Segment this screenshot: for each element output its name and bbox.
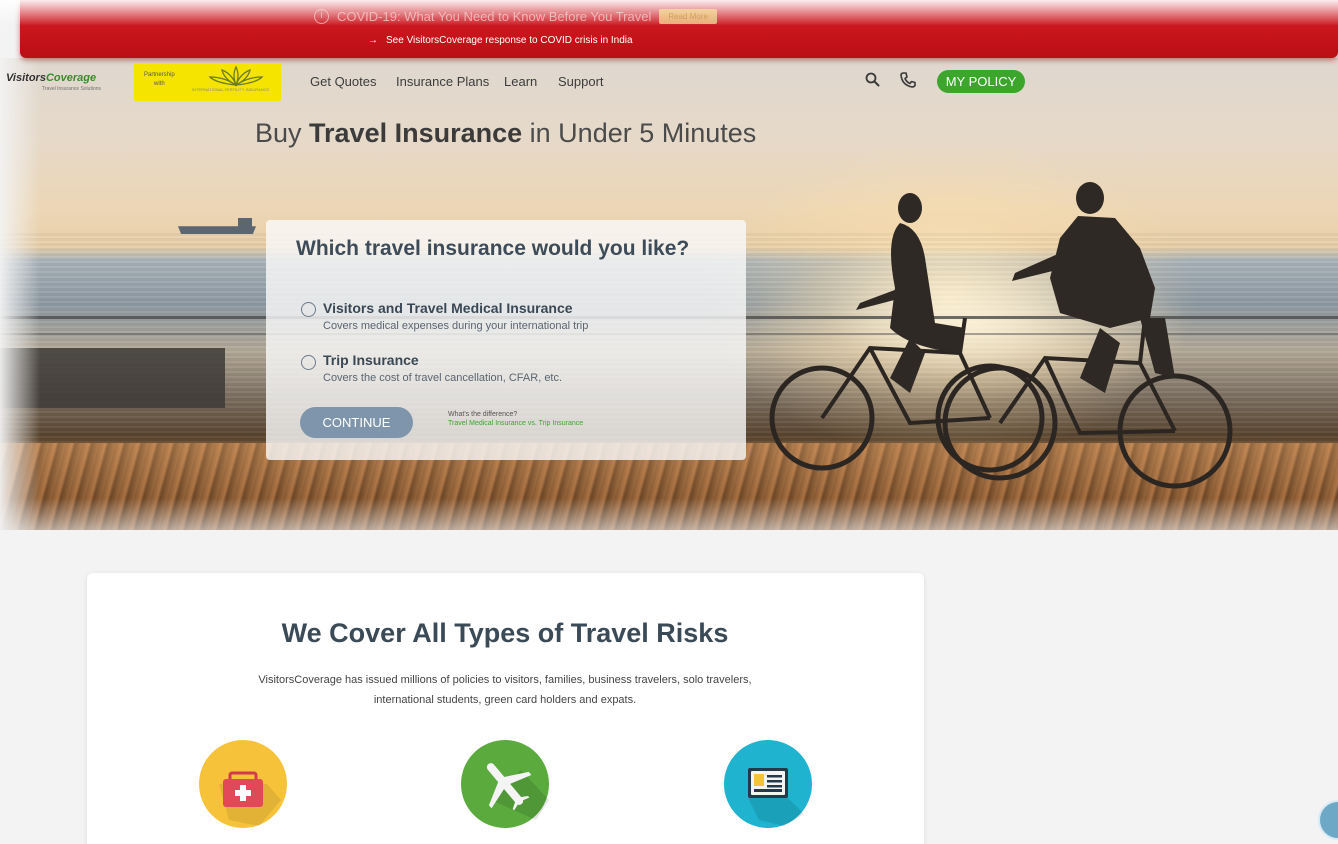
covid-headline[interactable]: COVID-19: What You Need to Know Before Y… (337, 9, 651, 24)
difference-question: What's the difference? (448, 411, 518, 418)
option-travel-medical-desc: Covers medical expenses during your inte… (323, 320, 589, 332)
risks-title: We Cover All Types of Travel Risks (281, 618, 729, 648)
hero-title: Buy Travel Insurance in Under 5 Minutes (255, 118, 756, 149)
cyclists-silhouette (769, 182, 1233, 489)
id-card-icon (724, 740, 812, 828)
logo-brand-post: Coverage (45, 72, 97, 84)
india-response-text: See VisitorsCoverage response to COVID c… (386, 35, 633, 46)
radio-travel-medical[interactable] (301, 302, 316, 317)
hero-title-post: in Under 5 Minutes (522, 118, 757, 148)
airplane-icon (461, 740, 549, 828)
india-response-link[interactable]: → See VisitorsCoverage response to COVID… (368, 35, 633, 46)
partner-text-line2: with (154, 81, 165, 87)
arrow-right-icon: → (368, 35, 378, 46)
difference-link[interactable]: Travel Medical Insurance vs. Trip Insura… (448, 420, 583, 427)
my-policy-button[interactable]: MY POLICY (937, 70, 1025, 93)
logo-brand-pre: Visitors (6, 72, 46, 84)
option-travel-medical-title[interactable]: Visitors and Travel Medical Insurance (323, 300, 573, 316)
logo-tagline: Travel Insurance Solutions (42, 86, 102, 92)
nav-get-quotes[interactable]: Get Quotes (310, 74, 376, 89)
lotus-icon (208, 65, 264, 87)
chat-widget-avatar[interactable] (1318, 800, 1338, 840)
nav-support[interactable]: Support (558, 74, 604, 89)
read-more-button[interactable]: Read More (659, 9, 717, 24)
partnership-badge[interactable]: Partnership with INTERNATIONAL FERTILITY… (134, 63, 281, 101)
search-icon[interactable] (864, 71, 882, 89)
covid-headline-row: i COVID-19: What You Need to Know Before… (314, 9, 717, 24)
selector-question: Which travel insurance would you like? (296, 237, 690, 260)
partner-caption: INTERNATIONAL FERTILITY INSURANCE (192, 87, 270, 92)
first-aid-kit-icon (199, 740, 287, 828)
option-trip-insurance-title[interactable]: Trip Insurance (323, 352, 419, 368)
risks-description: VisitorsCoverage has issued millions of … (258, 674, 752, 706)
page: i COVID-19: What You Need to Know Before… (0, 0, 1338, 844)
option-trip-insurance-desc: Covers the cost of travel cancellation, … (323, 372, 563, 384)
hero-title-bold: Travel Insurance (309, 118, 523, 148)
partner-text-line1: Partnership (144, 72, 175, 78)
site-logo[interactable]: VisitorsCoverage Travel Insurance Soluti… (6, 72, 101, 92)
hero-title-pre: Buy (255, 118, 310, 148)
nav-learn[interactable]: Learn (504, 74, 537, 89)
info-icon: i (314, 9, 329, 24)
radio-trip-insurance[interactable] (301, 355, 316, 370)
nav-insurance-plans[interactable]: Insurance Plans (396, 74, 489, 89)
phone-icon[interactable] (899, 71, 917, 89)
continue-button[interactable]: CONTINUE (300, 407, 413, 438)
